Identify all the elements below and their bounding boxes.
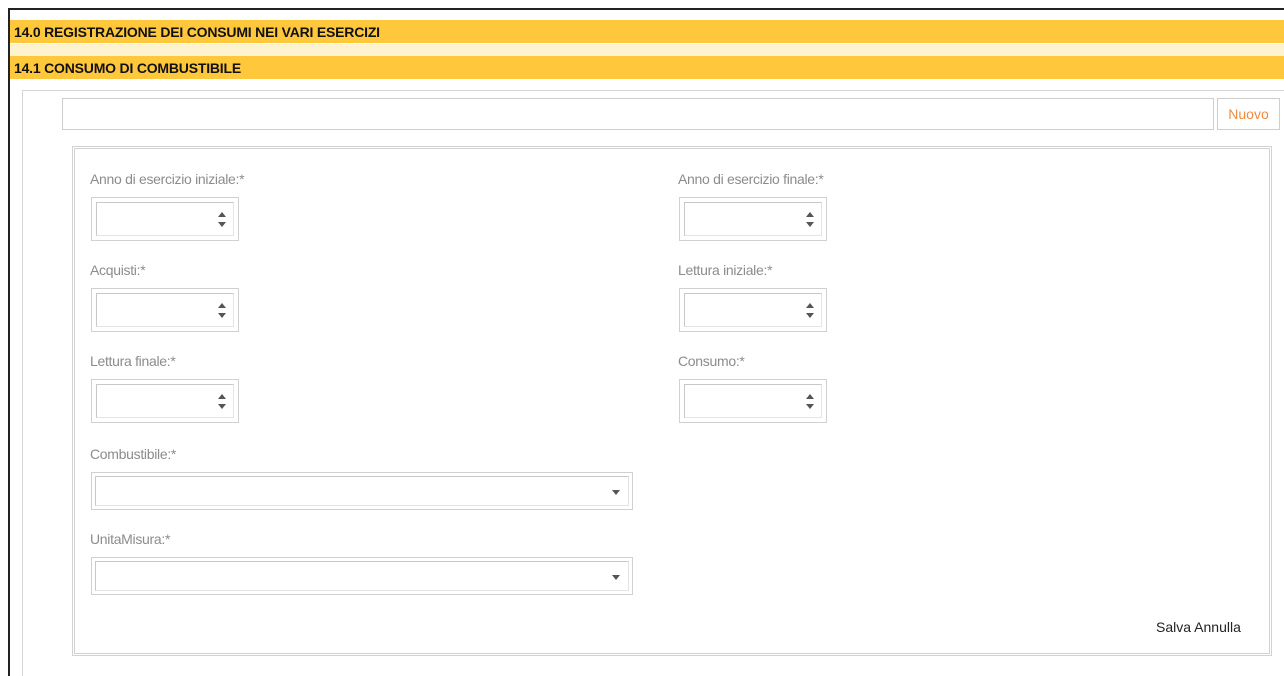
stepper-arrows-icon[interactable]: [805, 210, 815, 230]
anno-iniziale-input[interactable]: [96, 202, 234, 236]
section-header-gap: [10, 44, 1284, 56]
stepper-up-icon[interactable]: [218, 303, 226, 308]
lettura-iniziale-label: Lettura iniziale:*: [678, 262, 773, 278]
cancel-button[interactable]: Annulla: [1194, 619, 1241, 635]
unita-misura-select-field[interactable]: [95, 561, 629, 591]
stepper-up-icon[interactable]: [218, 394, 226, 399]
stepper-arrows-icon[interactable]: [217, 301, 227, 321]
anno-finale-input[interactable]: [684, 202, 822, 236]
new-record-bar: [62, 98, 1214, 130]
stepper-arrows-icon[interactable]: [805, 301, 815, 321]
lettura-finale-input[interactable]: [96, 384, 234, 418]
stepper-down-icon[interactable]: [806, 313, 814, 318]
combustibile-select[interactable]: [91, 472, 633, 510]
chevron-down-icon[interactable]: [612, 490, 620, 495]
acquisti-input[interactable]: [96, 293, 234, 327]
save-button[interactable]: Salva: [1156, 619, 1191, 635]
stepper-up-icon[interactable]: [806, 212, 814, 217]
anno-iniziale-label: Anno di esercizio iniziale:*: [90, 171, 245, 187]
stepper-down-icon[interactable]: [806, 222, 814, 227]
lettura-iniziale-stepper[interactable]: [679, 288, 827, 332]
consumo-stepper[interactable]: [679, 379, 827, 423]
stepper-arrows-icon[interactable]: [805, 392, 815, 412]
combustibile-label: Combustibile:*: [90, 446, 177, 462]
unita-misura-label: UnitaMisura:*: [90, 531, 171, 547]
chevron-down-icon[interactable]: [612, 575, 620, 580]
anno-iniziale-stepper[interactable]: [91, 197, 239, 241]
anno-finale-label: Anno di esercizio finale:*: [678, 171, 824, 187]
stepper-arrows-icon[interactable]: [217, 210, 227, 230]
stepper-up-icon[interactable]: [806, 394, 814, 399]
section-header-main: 14.0 REGISTRAZIONE DEI CONSUMI NEI VARI …: [10, 20, 1284, 44]
acquisti-stepper[interactable]: [91, 288, 239, 332]
new-button[interactable]: Nuovo: [1217, 98, 1280, 130]
consumo-input[interactable]: [684, 384, 822, 418]
stepper-up-icon[interactable]: [806, 303, 814, 308]
form-actions: Salva Annulla: [1156, 619, 1241, 635]
stepper-arrows-icon[interactable]: [217, 392, 227, 412]
stepper-down-icon[interactable]: [218, 313, 226, 318]
combustibile-select-field[interactable]: [95, 476, 629, 506]
section-header-sub: 14.1 CONSUMO DI COMBUSTIBILE: [10, 56, 1284, 80]
consumo-label: Consumo:*: [678, 353, 745, 369]
stepper-down-icon[interactable]: [218, 222, 226, 227]
lettura-finale-label: Lettura finale:*: [90, 353, 176, 369]
unita-misura-select[interactable]: [91, 557, 633, 595]
stepper-down-icon[interactable]: [806, 404, 814, 409]
anno-finale-stepper[interactable]: [679, 197, 827, 241]
stepper-up-icon[interactable]: [218, 212, 226, 217]
acquisti-label: Acquisti:*: [90, 262, 146, 278]
lettura-finale-stepper[interactable]: [91, 379, 239, 423]
stepper-down-icon[interactable]: [218, 404, 226, 409]
lettura-iniziale-input[interactable]: [684, 293, 822, 327]
